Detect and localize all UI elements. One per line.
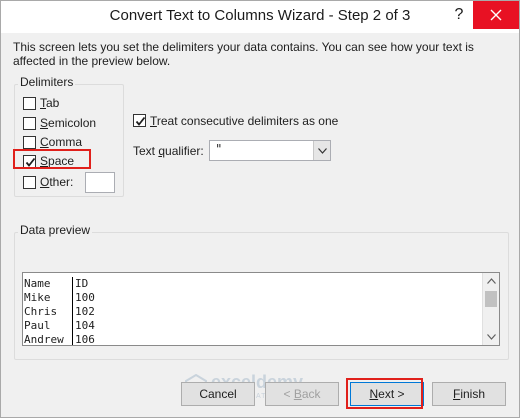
qualifier-label-pre: Text: [133, 144, 159, 158]
consecutive-label[interactable]: Treat consecutive delimiters as one: [150, 114, 338, 128]
comma-label-rest: omma: [48, 135, 83, 149]
table-cell: Paul: [23, 319, 73, 333]
wizard-dialog: Convert Text to Columns Wizard - Step 2 …: [0, 0, 520, 418]
tab-label-rest: ab: [46, 96, 60, 110]
consecutive-checkbox[interactable]: [133, 114, 146, 127]
table-row: Mike 100: [23, 291, 95, 305]
other-mnemonic: O: [40, 175, 50, 189]
next-highlight: [346, 378, 423, 409]
scrollbar-thumb[interactable]: [485, 291, 497, 307]
text-qualifier-select[interactable]: ": [209, 140, 331, 161]
other-delimiter-input[interactable]: [85, 172, 115, 193]
table-cell: 102: [75, 305, 95, 318]
space-highlight: [13, 149, 91, 169]
text-qualifier-value: ": [216, 142, 222, 156]
comma-checkbox[interactable]: [23, 136, 36, 149]
qualifier-label-rest: ualifier:: [165, 144, 204, 158]
close-icon: [490, 9, 502, 21]
data-preview-legend: Data preview: [18, 223, 93, 237]
close-button[interactable]: [473, 1, 519, 29]
table-row: Chris 102: [23, 305, 95, 319]
table-cell: Mike: [23, 291, 73, 305]
table-cell: Name: [23, 277, 73, 291]
preview-table: Name ID Mike 100 Chris 102 Paul 104 Andr…: [23, 277, 95, 346]
semicolon-label[interactable]: Semicolon: [40, 116, 96, 130]
consecutive-label-rest: reat consecutive delimiters as one: [156, 114, 339, 128]
other-label-rest: ther:: [49, 175, 74, 189]
help-button[interactable]: ?: [447, 3, 471, 27]
tab-checkbox[interactable]: [23, 97, 36, 110]
finish-label-rest: inish: [460, 387, 486, 401]
comma-mnemonic: C: [40, 135, 49, 149]
table-cell: 104: [75, 319, 95, 332]
consecutive-mnemonic: T: [150, 114, 157, 128]
semicolon-mnemonic: S: [40, 116, 49, 130]
back-button[interactable]: < Back: [265, 382, 339, 406]
semicolon-checkbox[interactable]: [23, 117, 36, 130]
other-label[interactable]: Other:: [40, 175, 73, 189]
checkmark-icon: [135, 116, 146, 126]
scroll-up-icon[interactable]: [487, 278, 496, 284]
intro-text: This screen lets you set the delimiters …: [13, 40, 474, 68]
finish-button[interactable]: Finish: [432, 382, 506, 406]
title-bar: Convert Text to Columns Wizard - Step 2 …: [1, 1, 519, 33]
back-mnemonic: B: [293, 387, 302, 401]
preview-scrollbar[interactable]: [482, 273, 499, 345]
back-label-rest: ack: [301, 387, 321, 401]
table-cell: 100: [75, 291, 95, 304]
scroll-down-icon[interactable]: [487, 334, 496, 340]
table-row: Paul 104: [23, 319, 95, 333]
data-preview-box[interactable]: Name ID Mike 100 Chris 102 Paul 104 Andr…: [22, 272, 500, 346]
comma-label[interactable]: Comma: [40, 135, 82, 149]
delimiters-legend: Delimiters: [18, 75, 76, 89]
chevron-down-icon: [318, 148, 327, 154]
dropdown-arrow[interactable]: [313, 141, 330, 160]
qualifier-label: Text qualifier:: [133, 144, 204, 158]
table-cell: Andrew: [23, 333, 73, 345]
table-cell: Chris: [23, 305, 73, 319]
dialog-title: Convert Text to Columns Wizard - Step 2 …: [109, 7, 411, 24]
table-cell: 106: [75, 333, 95, 346]
tab-label[interactable]: Tab: [40, 96, 59, 110]
cancel-button[interactable]: Cancel: [181, 382, 255, 406]
back-label-pre: <: [283, 387, 294, 401]
table-row: Andrew 106: [23, 333, 95, 346]
table-cell: ID: [75, 277, 89, 290]
table-row: Name ID: [23, 277, 95, 291]
other-checkbox[interactable]: [23, 176, 36, 189]
semicolon-label-rest: emicolon: [48, 116, 97, 130]
